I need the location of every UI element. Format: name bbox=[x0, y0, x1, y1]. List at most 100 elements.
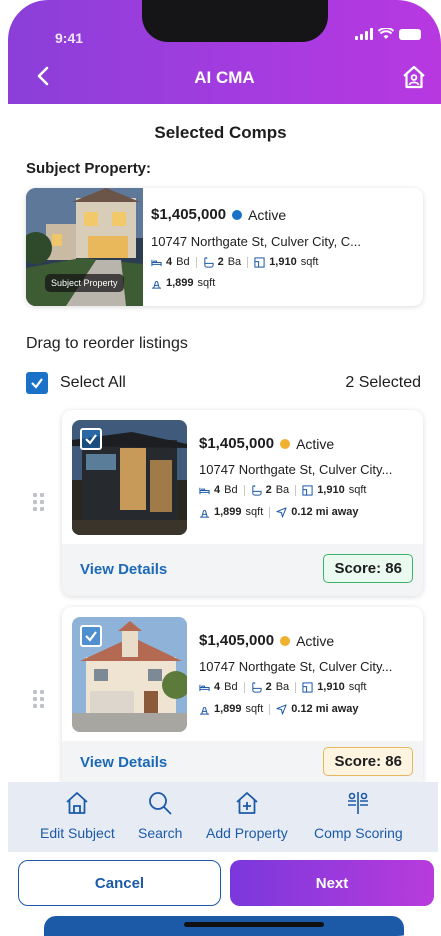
listing-status: Active bbox=[296, 435, 335, 452]
status-dot-icon bbox=[280, 635, 291, 646]
beds-unit: Bd bbox=[224, 484, 238, 496]
lot-size-icon bbox=[199, 706, 210, 715]
baths-unit: Ba bbox=[275, 681, 290, 693]
listing-lot: 1,899 bbox=[214, 506, 242, 518]
bed-icon bbox=[199, 487, 210, 494]
add-property-button[interactable]: Add Property bbox=[206, 790, 288, 841]
battery-icon bbox=[399, 28, 421, 40]
add-property-label: Add Property bbox=[206, 825, 288, 841]
listing-beds: 4 bbox=[214, 484, 221, 496]
subject-baths: 2 bbox=[217, 256, 224, 268]
checkbox-checked-icon[interactable] bbox=[26, 372, 48, 394]
lot-unit: sqft bbox=[245, 506, 264, 518]
subject-property-photo: Subject Property bbox=[26, 188, 143, 306]
status-dot-icon bbox=[280, 438, 291, 449]
area-icon bbox=[302, 681, 313, 693]
drag-handle-icon[interactable] bbox=[33, 690, 44, 708]
listing-sqft: 1,910 bbox=[317, 484, 345, 496]
divider bbox=[269, 703, 271, 715]
lot-unit: sqft bbox=[197, 277, 216, 289]
signal-icon bbox=[355, 28, 373, 40]
divider bbox=[295, 681, 297, 693]
lot-size-icon bbox=[199, 509, 210, 518]
search-button[interactable]: Search bbox=[138, 790, 182, 841]
divider bbox=[247, 256, 249, 268]
selected-count: 2 Selected bbox=[345, 374, 421, 391]
select-all-label: Select All bbox=[60, 374, 126, 391]
home-icon bbox=[66, 792, 88, 814]
listing-beds: 4 bbox=[214, 681, 221, 693]
home-user-icon[interactable] bbox=[401, 64, 427, 90]
baths-unit: Ba bbox=[227, 256, 242, 268]
baths-unit: Ba bbox=[275, 484, 290, 496]
listing-sqft: 1,910 bbox=[317, 681, 345, 693]
comp-scoring-button[interactable]: Comp Scoring bbox=[314, 790, 403, 841]
subject-price: $1,405,000 bbox=[151, 206, 227, 223]
subject-lot-value: 1,899 bbox=[166, 277, 194, 289]
status-dot-icon bbox=[232, 209, 243, 220]
edit-subject-label: Edit Subject bbox=[40, 825, 115, 841]
divider bbox=[243, 484, 245, 496]
divider bbox=[243, 681, 245, 693]
location-arrow-icon bbox=[276, 506, 287, 518]
status-time: 9:41 bbox=[55, 30, 84, 46]
drag-handle-icon[interactable] bbox=[33, 493, 44, 511]
next-button[interactable]: Next bbox=[230, 860, 434, 906]
area-icon bbox=[254, 256, 265, 268]
select-all-toggle[interactable]: Select All bbox=[26, 372, 126, 394]
listing-specs: 4 Bd 2 Ba 1,910 sqft bbox=[199, 681, 366, 693]
listing-footer: View Details Score: 86 bbox=[62, 544, 423, 596]
subject-specs: 4 Bd 2 Ba 1,910 sqft bbox=[151, 256, 318, 268]
subject-status: Active bbox=[248, 206, 287, 223]
home-strip bbox=[44, 916, 404, 936]
listing-baths: 2 bbox=[265, 484, 272, 496]
section-title: Selected Comps bbox=[154, 123, 287, 142]
score-badge: Score: 86 bbox=[323, 554, 413, 583]
page-title: AI CMA bbox=[194, 68, 255, 87]
subject-property-badge: Subject Property bbox=[45, 274, 124, 292]
view-details-link[interactable]: View Details bbox=[80, 561, 167, 578]
sqft-unit: sqft bbox=[300, 256, 319, 268]
subject-property-card[interactable]: Subject Property $1,405,000 Active 10747… bbox=[26, 188, 423, 306]
comp-listing-card[interactable]: $1,405,000 Active 10747 Northgate St, Cu… bbox=[62, 410, 423, 596]
lot-unit: sqft bbox=[245, 703, 264, 715]
listing-photo bbox=[72, 420, 187, 535]
subject-address: 10747 Northgate St, Culver City, C... bbox=[151, 234, 362, 249]
edit-subject-button[interactable]: Edit Subject bbox=[40, 790, 115, 841]
beds-unit: Bd bbox=[224, 681, 238, 693]
beds-unit: Bd bbox=[176, 256, 190, 268]
wifi-icon bbox=[378, 28, 394, 39]
listing-photo bbox=[72, 617, 187, 732]
subject-price-row: $1,405,000 Active bbox=[151, 206, 286, 223]
listing-address: 10747 Northgate St, Culver City... bbox=[199, 659, 393, 674]
bed-icon bbox=[199, 684, 210, 691]
listing-checkbox-icon[interactable] bbox=[80, 625, 102, 647]
listing-lot: 1,899 bbox=[214, 703, 242, 715]
listing-baths: 2 bbox=[265, 681, 272, 693]
lot-size-icon bbox=[151, 280, 162, 289]
listing-price: $1,405,000 bbox=[199, 435, 275, 452]
add-home-icon bbox=[236, 792, 258, 814]
bottom-toolbar: Edit Subject Search Add Property Comp Sc… bbox=[8, 782, 438, 852]
listing-distance: 0.12 mi away bbox=[291, 506, 359, 518]
comp-listing-card[interactable]: $1,405,000 Active 10747 Northgate St, Cu… bbox=[62, 607, 423, 783]
comp-scoring-label: Comp Scoring bbox=[314, 825, 403, 841]
listing-checkbox-icon[interactable] bbox=[80, 428, 102, 450]
view-details-link[interactable]: View Details bbox=[80, 754, 167, 771]
status-icons bbox=[355, 28, 421, 40]
listing-status: Active bbox=[296, 632, 335, 649]
listing-price: $1,405,000 bbox=[199, 632, 275, 649]
bed-icon bbox=[151, 259, 162, 266]
search-icon bbox=[149, 792, 172, 815]
area-icon bbox=[302, 484, 313, 496]
listing-footer: View Details Score: 86 bbox=[62, 741, 423, 783]
sqft-unit: sqft bbox=[348, 681, 367, 693]
bath-icon bbox=[251, 484, 262, 496]
subject-sqft: 1,910 bbox=[269, 256, 297, 268]
search-label: Search bbox=[138, 825, 183, 841]
device-notch bbox=[142, 0, 328, 42]
sqft-unit: sqft bbox=[348, 484, 367, 496]
phone-screen: 9:41 AI CMA Selected Comps Subject Prope… bbox=[0, 0, 441, 936]
cancel-button[interactable]: Cancel bbox=[18, 860, 221, 906]
divider bbox=[269, 506, 271, 518]
